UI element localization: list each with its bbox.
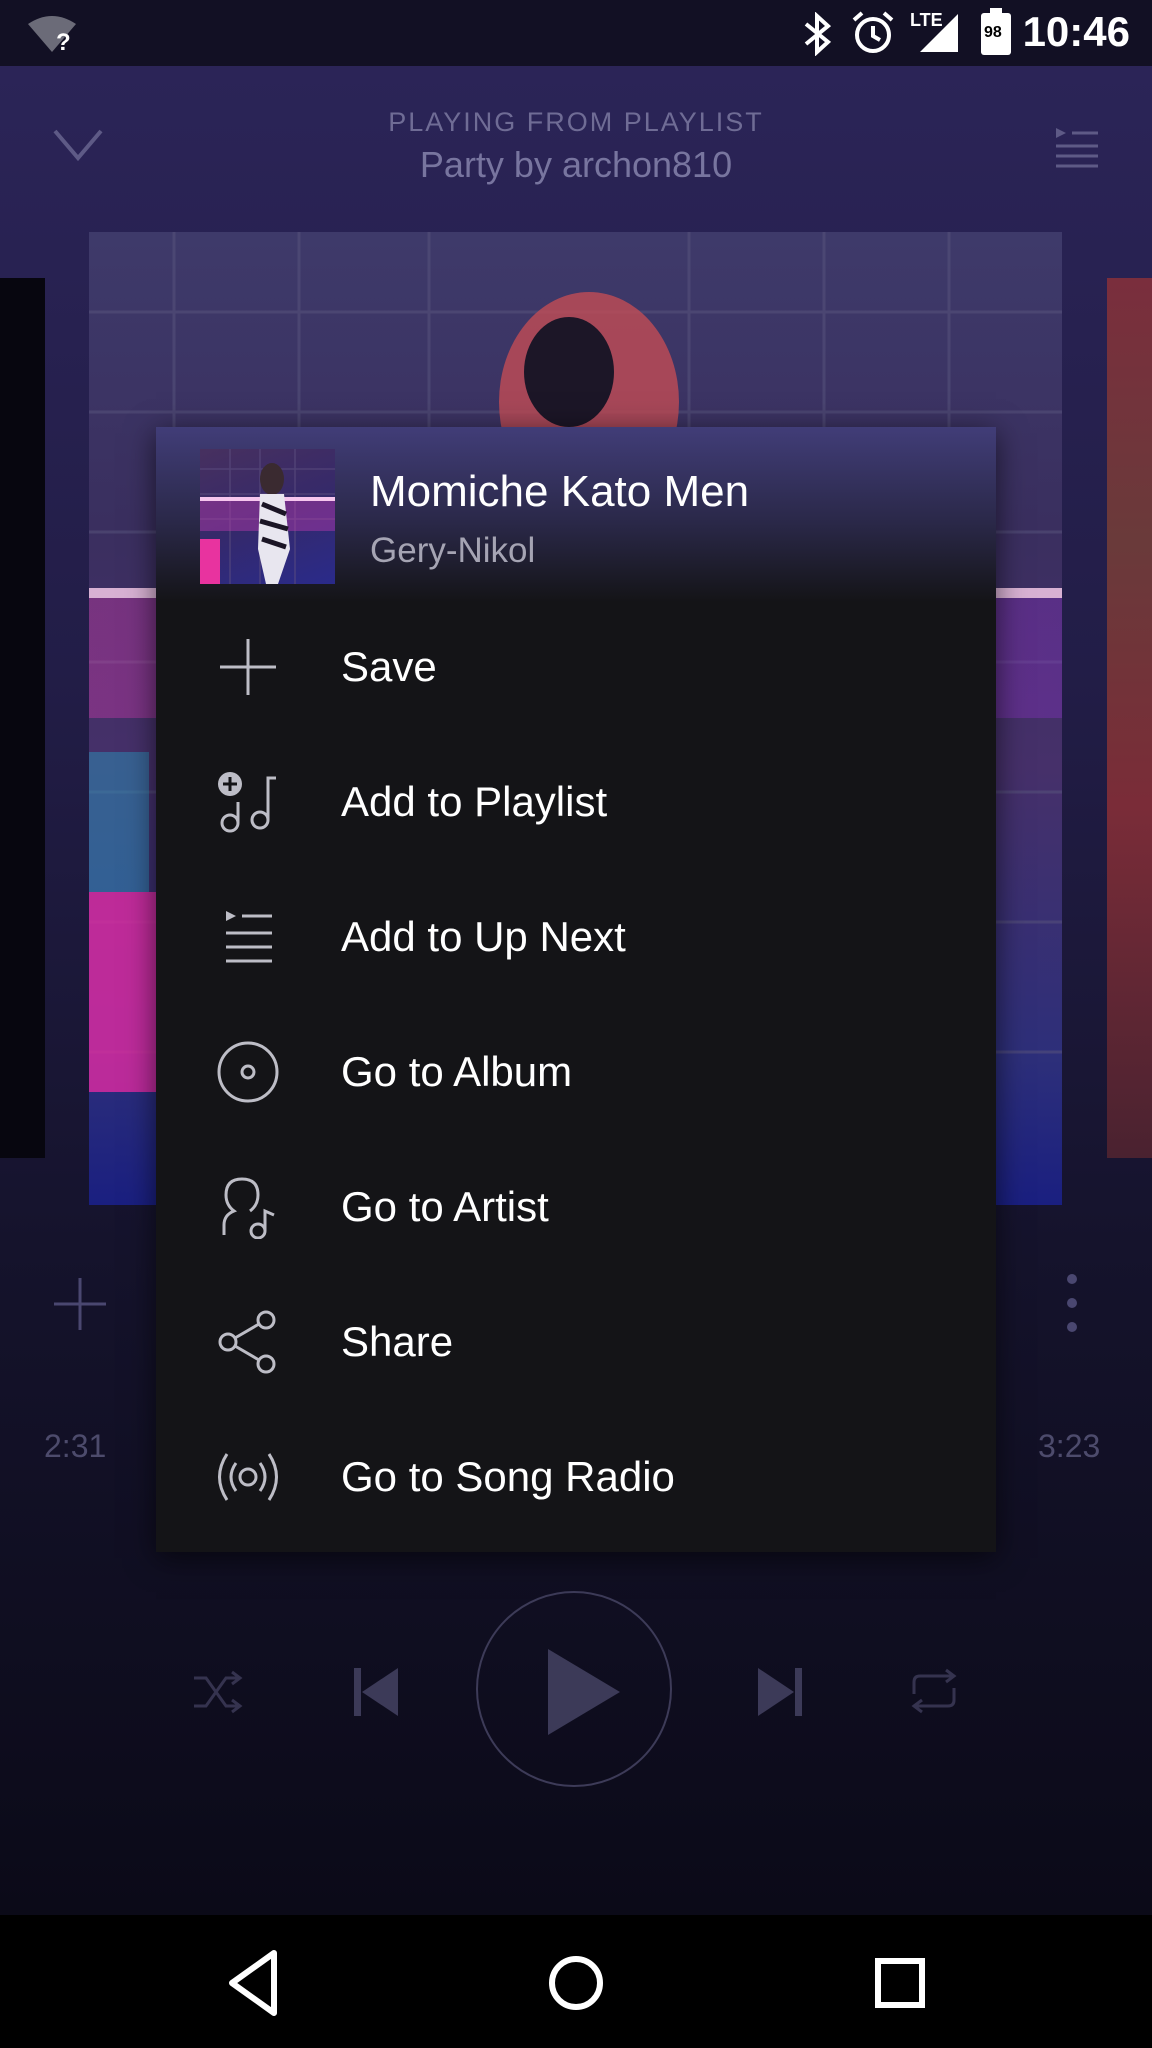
- queue-icon[interactable]: [1054, 126, 1100, 168]
- back-icon[interactable]: [214, 1943, 294, 2023]
- elapsed-time: 2:31: [44, 1428, 107, 1464]
- play-icon: [548, 1649, 620, 1735]
- menu-item-label: Save: [341, 643, 437, 690]
- plus-icon: [220, 639, 276, 695]
- status-bar: ? LTE 98 10:46: [0, 0, 1152, 66]
- navigation-bar: [0, 1915, 1152, 2048]
- bluetooth-icon: [804, 12, 832, 56]
- artist-icon: [222, 1177, 275, 1239]
- more-options-icon[interactable]: [1060, 1272, 1084, 1334]
- battery-level: 98: [984, 24, 1002, 41]
- menu-item-add-to-up-next[interactable]: Add to Up Next: [156, 870, 996, 1005]
- next-track-art[interactable]: [1107, 278, 1152, 1158]
- menu-item-go-to-artist[interactable]: Go to Artist: [156, 1140, 996, 1275]
- shuffle-icon[interactable]: [192, 1670, 244, 1714]
- menu-item-label: Share: [341, 1318, 454, 1365]
- status-time: 10:46: [1022, 8, 1130, 55]
- add-to-playlist-icon: [218, 772, 276, 833]
- play-button[interactable]: [476, 1591, 672, 1787]
- next-icon[interactable]: [756, 1666, 804, 1718]
- track-artist: Gery-Nikol: [370, 531, 536, 570]
- menu-item-label: Go to Album: [341, 1048, 573, 1095]
- menu-item-label: Add to Up Next: [341, 913, 626, 960]
- track-thumbnail: [200, 449, 335, 584]
- alarm-icon: [852, 11, 894, 53]
- repeat-icon[interactable]: [906, 1668, 962, 1714]
- add-icon[interactable]: [52, 1276, 108, 1332]
- home-icon[interactable]: [536, 1943, 616, 2023]
- track-context-menu: Momiche Kato Men Gery-Nikol Save Add to …: [156, 427, 996, 1552]
- queue-icon: [226, 911, 272, 963]
- menu-item-add-to-playlist[interactable]: Add to Playlist: [156, 735, 996, 870]
- playlist-name[interactable]: Party by archon810: [0, 144, 1152, 186]
- menu-header: Momiche Kato Men Gery-Nikol: [156, 427, 996, 602]
- menu-item-label: Add to Playlist: [341, 778, 608, 825]
- total-time: 3:23: [1038, 1428, 1101, 1464]
- menu-item-share[interactable]: Share: [156, 1275, 996, 1410]
- track-title: Momiche Kato Men: [370, 467, 750, 516]
- share-icon: [218, 1310, 276, 1374]
- previous-icon[interactable]: [352, 1666, 400, 1718]
- wifi-question-icon: ?: [28, 16, 76, 54]
- radio-icon: [218, 1453, 278, 1501]
- signal-icon: [920, 14, 958, 52]
- playing-from-label: PLAYING FROM PLAYLIST: [388, 107, 764, 137]
- menu-item-label: Go to Song Radio: [341, 1453, 675, 1500]
- menu-item-label: Go to Artist: [341, 1183, 549, 1230]
- previous-track-art[interactable]: [0, 278, 45, 1158]
- menu-item-save[interactable]: Save: [156, 600, 996, 735]
- svg-text:?: ?: [56, 29, 71, 54]
- menu-item-go-to-album[interactable]: Go to Album: [156, 1005, 996, 1140]
- album-icon: [217, 1041, 279, 1103]
- menu-item-go-to-song-radio[interactable]: Go to Song Radio: [156, 1410, 996, 1545]
- recents-icon[interactable]: [860, 1943, 940, 2023]
